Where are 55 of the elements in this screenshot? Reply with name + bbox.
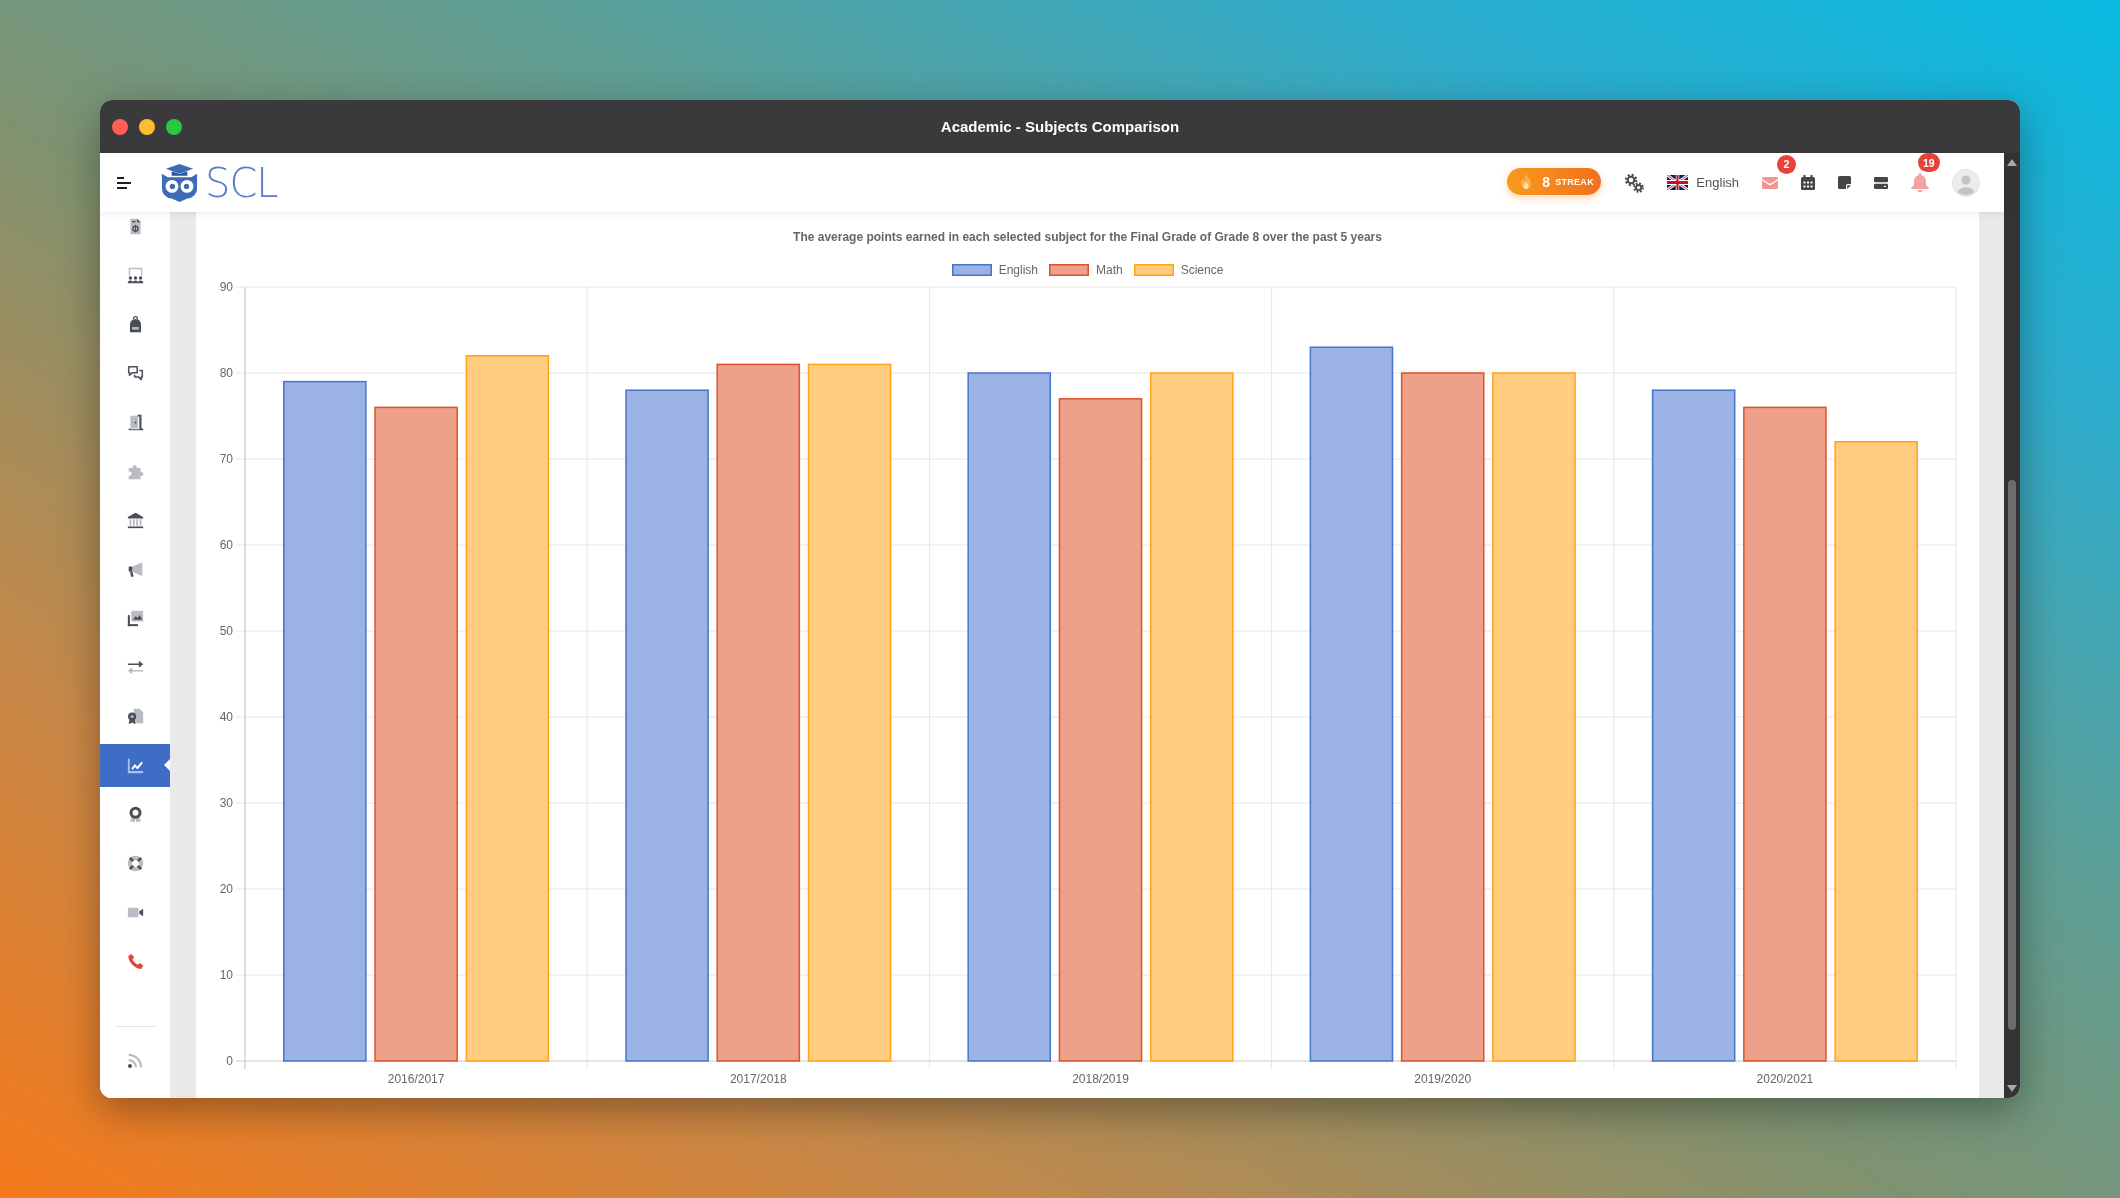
images-icon bbox=[126, 610, 144, 627]
logo-text: SCL bbox=[205, 162, 278, 203]
transfer-arrows-icon bbox=[126, 659, 144, 676]
flag-icon bbox=[1667, 175, 1689, 190]
award-icon bbox=[126, 806, 144, 823]
x-axis-label: 2018/2019 bbox=[1072, 1072, 1129, 1086]
chart-title: The average points earned in each selected subject for the Final Grade of Grade 8 over the past 5 years bbox=[792, 229, 1383, 246]
x-axis-label: 2020/2021 bbox=[1756, 1072, 1814, 1086]
lifebuoy-icon bbox=[126, 855, 144, 872]
y-axis-label: 80 bbox=[219, 366, 233, 380]
owl-logo-icon bbox=[160, 163, 199, 202]
scrollbar-thumb[interactable] bbox=[2008, 480, 2016, 1030]
bell-icon[interactable] bbox=[1911, 173, 1929, 192]
y-axis-label: 10 bbox=[219, 968, 233, 982]
sticky-note-icon[interactable] bbox=[1838, 176, 1851, 189]
y-axis-label: 0 bbox=[226, 1054, 233, 1068]
door-icon bbox=[126, 414, 144, 431]
certificate-icon bbox=[126, 708, 144, 725]
close-button[interactable] bbox=[112, 118, 128, 135]
y-axis-label: 70 bbox=[219, 452, 233, 466]
mail-icon[interactable] bbox=[1762, 176, 1778, 189]
scroll-down-icon[interactable] bbox=[2007, 1085, 2017, 1092]
drawer-icon[interactable] bbox=[1874, 176, 1888, 189]
legend-label[interactable]: Science bbox=[1180, 263, 1224, 277]
y-axis-label: 20 bbox=[219, 882, 233, 896]
line-chart-icon bbox=[126, 757, 144, 774]
maximize-button[interactable] bbox=[166, 118, 182, 135]
puzzle-icon bbox=[126, 463, 144, 480]
calendar-icon[interactable] bbox=[1801, 175, 1815, 190]
y-axis-label: 30 bbox=[219, 796, 233, 810]
minimize-button[interactable] bbox=[139, 118, 155, 135]
rss-icon bbox=[126, 1052, 144, 1069]
x-axis-label: 2017/2018 bbox=[729, 1072, 787, 1086]
x-axis-label: 2019/2020 bbox=[1414, 1072, 1472, 1086]
y-axis-label: 90 bbox=[219, 280, 233, 294]
flame-icon bbox=[1520, 173, 1533, 190]
y-axis-label: 50 bbox=[219, 624, 233, 638]
phone-icon bbox=[126, 953, 144, 970]
avatar-icon[interactable] bbox=[1952, 168, 1980, 197]
window-title: Academic - Subjects Comparison bbox=[940, 118, 1180, 135]
menu-icon[interactable] bbox=[117, 176, 131, 189]
count-badge: 19 bbox=[1918, 153, 1940, 172]
settings-icon[interactable] bbox=[1624, 172, 1645, 193]
chat-icon bbox=[126, 365, 144, 382]
y-axis-label: 60 bbox=[219, 538, 233, 552]
megaphone-icon bbox=[126, 561, 144, 578]
x-axis-label: 2016/2017 bbox=[387, 1072, 445, 1086]
count-badge: 2 bbox=[1777, 154, 1796, 174]
legend-label[interactable]: Math bbox=[1096, 263, 1123, 277]
bank-icon bbox=[126, 512, 144, 529]
classroom-icon bbox=[126, 267, 144, 284]
language-selector[interactable]: English bbox=[1667, 175, 1739, 190]
y-axis-label: 40 bbox=[219, 710, 233, 724]
legend-label[interactable]: English bbox=[998, 263, 1038, 277]
scroll-up-icon[interactable] bbox=[2007, 159, 2017, 166]
